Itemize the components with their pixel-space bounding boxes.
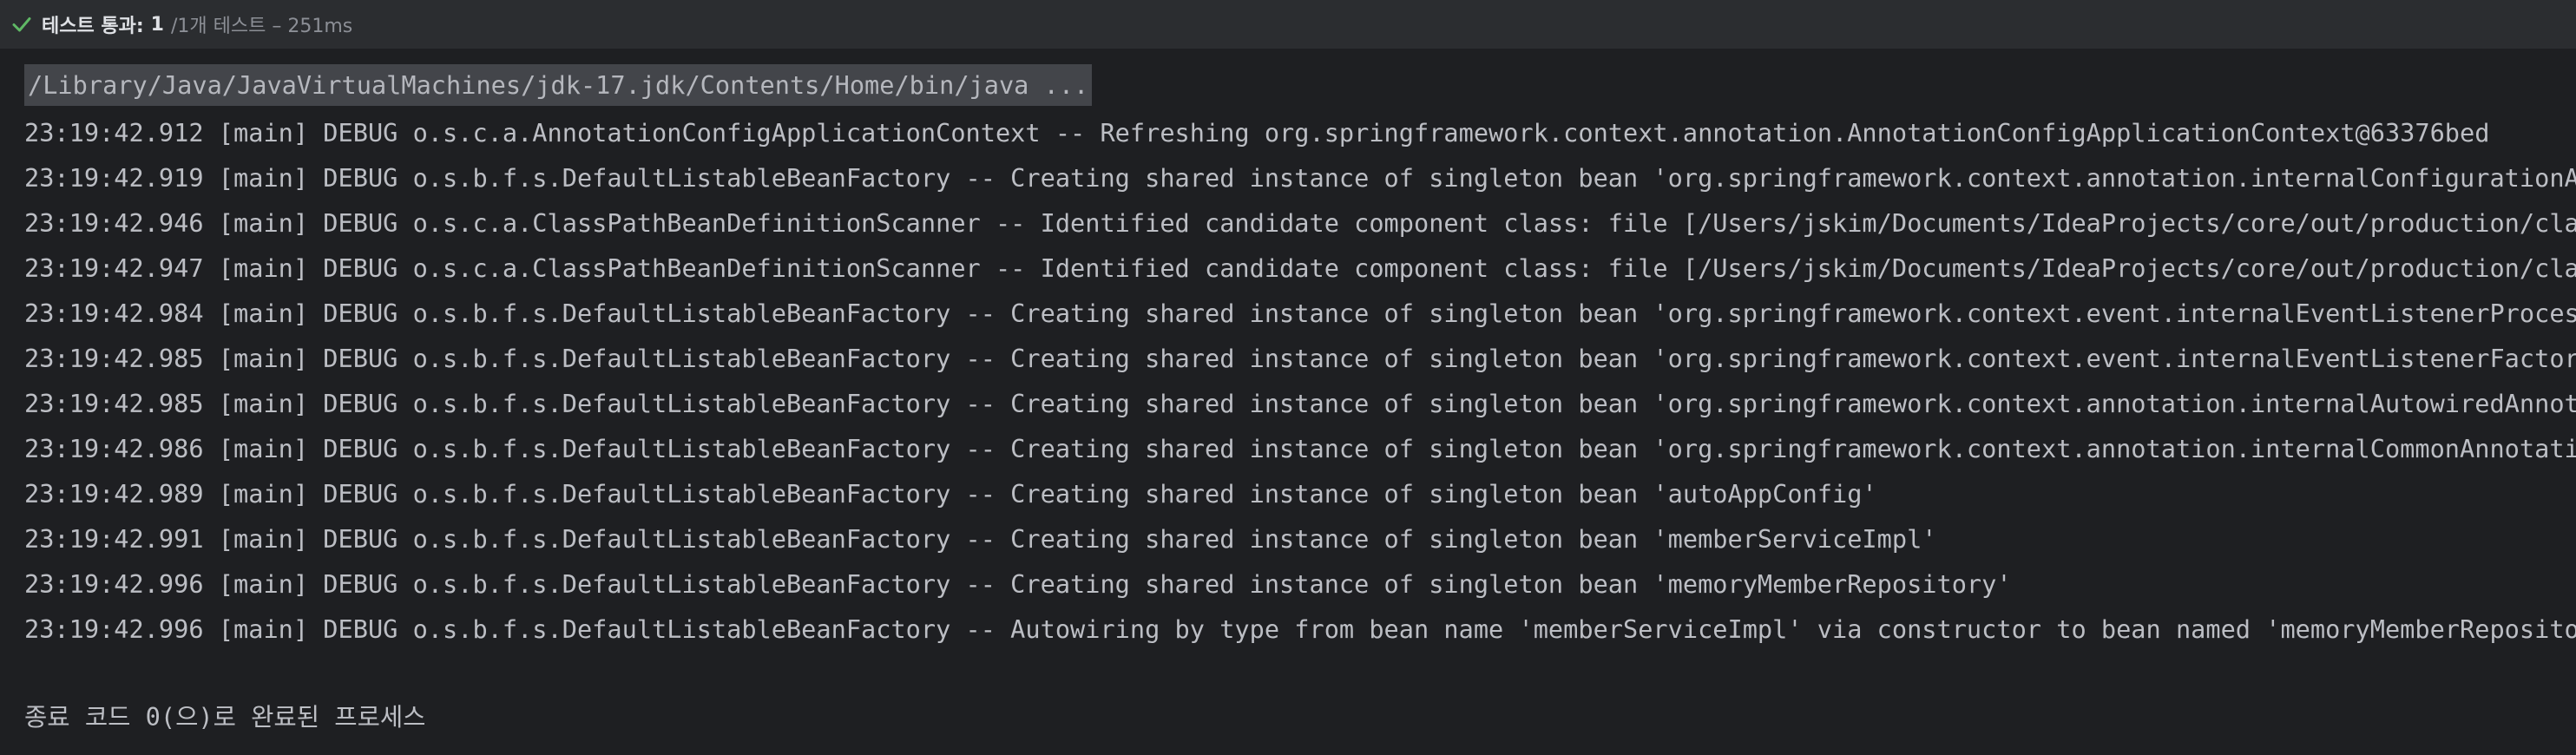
test-passed-count: 1 — [150, 13, 164, 36]
test-status-detail: /1개 테스트 – 251ms — [170, 16, 353, 37]
log-line: 23:19:42.947 [main] DEBUG o.s.c.a.ClassP… — [24, 253, 2576, 283]
java-command-line[interactable]: /Library/Java/JavaVirtualMachines/jdk-17… — [24, 64, 1093, 106]
log-line: 23:19:42.985 [main] DEBUG o.s.b.f.s.Defa… — [24, 389, 2576, 418]
check-icon — [10, 13, 33, 36]
test-status-title: 테스트 통과: — [42, 16, 144, 37]
log-line: 23:19:42.989 [main] DEBUG o.s.b.f.s.Defa… — [24, 479, 1877, 509]
log-line: 23:19:42.996 [main] DEBUG o.s.b.f.s.Defa… — [24, 614, 2576, 644]
log-line: 23:19:42.946 [main] DEBUG o.s.c.a.ClassP… — [24, 208, 2576, 238]
log-line: 23:19:42.986 [main] DEBUG o.s.b.f.s.Defa… — [24, 434, 2576, 463]
log-line: 23:19:42.996 [main] DEBUG o.s.b.f.s.Defa… — [24, 569, 2012, 599]
log-line: 23:19:42.984 [main] DEBUG o.s.b.f.s.Defa… — [24, 299, 2576, 328]
log-line: 23:19:42.912 [main] DEBUG o.s.c.a.Annota… — [24, 118, 2490, 148]
test-status-bar: 테스트 통과: 1 /1개 테스트 – 251ms — [0, 0, 2576, 49]
log-line: 23:19:42.919 [main] DEBUG o.s.b.f.s.Defa… — [24, 163, 2576, 193]
process-exit-message: 종료 코드 0(으)로 완료된 프로세스 — [24, 702, 426, 732]
log-line: 23:19:42.985 [main] DEBUG o.s.b.f.s.Defa… — [24, 344, 2576, 373]
log-line: 23:19:42.991 [main] DEBUG o.s.b.f.s.Defa… — [24, 524, 1937, 554]
run-console-panel: 테스트 통과: 1 /1개 테스트 – 251ms /Library/Java/… — [0, 0, 2576, 755]
console-output[interactable]: /Library/Java/JavaVirtualMachines/jdk-17… — [0, 61, 2576, 755]
